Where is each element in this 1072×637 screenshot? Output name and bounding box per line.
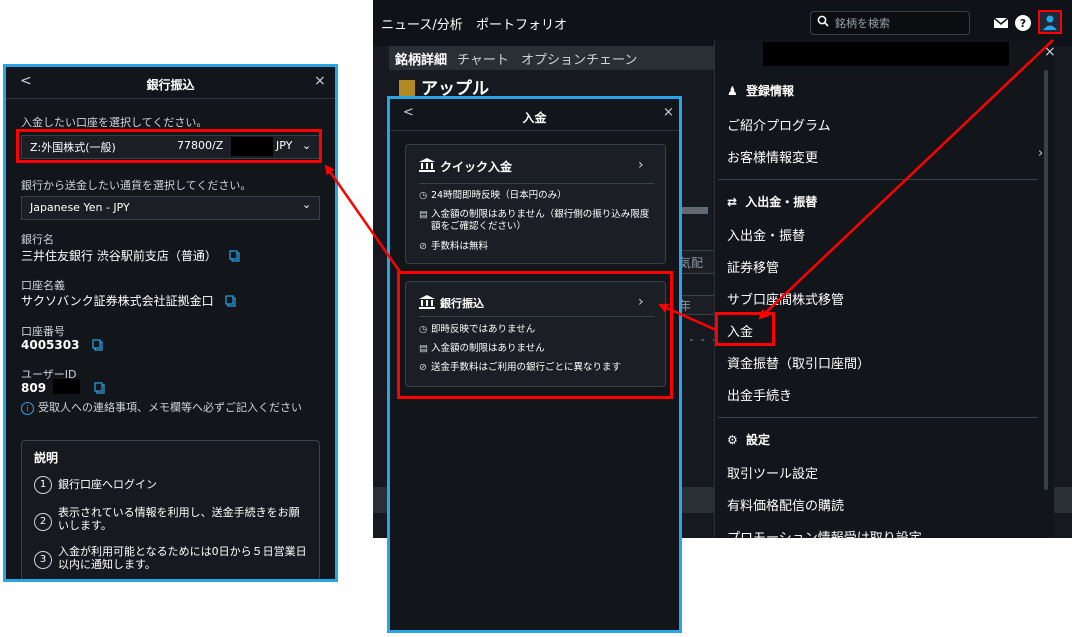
bank-name: 三井住友銀行 渋谷駅前支店（普通） — [21, 249, 217, 263]
account-holder: サクソバンク証券株式会社証拠金口 — [21, 294, 214, 308]
price-bar — [678, 207, 708, 214]
section-funds-label: 入出金・振替 — [745, 195, 818, 209]
info-icon: i — [21, 402, 34, 415]
menu-divider — [718, 179, 1038, 180]
search-placeholder: 銘柄を検索 — [835, 17, 890, 30]
redacted-mask — [53, 379, 80, 394]
quick-row-2: ▤ 入金額の制限はありません（銀行側の振り込み限度額をご確認ください） — [419, 209, 659, 233]
transfer-icon: ⇄ — [727, 195, 738, 209]
nav-news-analysis[interactable]: ニュース/分析 — [381, 14, 463, 33]
bank-transfer-highlight-box — [397, 271, 673, 399]
step-number-1: 1 — [34, 476, 52, 494]
quick-row-3: ⊘ 手数料は無料 — [419, 241, 659, 253]
menu-close-button[interactable]: × — [1044, 44, 1056, 60]
bank-name-row: 三井住友銀行 渋谷駅前支店（普通） — [21, 247, 240, 264]
bank-transfer-panel: < 銀行振込 × 入金したい口座を選択してください。 Z:外国株式(一般) 77… — [3, 64, 338, 582]
account-holder-row: サクソバンク証券株式会社証拠金口 — [21, 292, 237, 309]
svg-text:?: ? — [1020, 17, 1026, 30]
quick-row-1-text: 24時間即時反映（日本円のみ） — [431, 190, 567, 201]
section-funds: ⇄ 入出金・振替 — [727, 193, 817, 210]
quick-deposit-card[interactable]: クイック入金 › ◷ 24時間即時反映（日本円のみ） ▤ 入金額の制限はありません（… — [405, 144, 666, 264]
menu-divider — [718, 417, 1038, 418]
deposit-highlight-box — [715, 312, 775, 346]
menu-item-subaccount-transfer[interactable]: サブ口座間株式移管 — [727, 289, 844, 308]
copy-icon[interactable] — [229, 250, 240, 262]
section-settings-label: 設定 — [745, 433, 770, 447]
menu-item-paid-prices[interactable]: 有料価格配信の購読 — [727, 495, 844, 514]
quick-deposit-title: クイック入金 — [440, 160, 513, 174]
menu-item-referral[interactable]: ご紹介プログラム — [727, 115, 831, 134]
section-registration: ♟ 登録情報 — [727, 82, 794, 99]
search-icon — [817, 15, 829, 27]
currency-select[interactable]: Japanese Yen - JPY ⌄ — [21, 196, 320, 220]
stock-logo-icon — [399, 80, 415, 96]
divider — [390, 130, 679, 131]
gear-icon: ⚙ — [727, 433, 738, 447]
user-account-button[interactable] — [1038, 10, 1062, 34]
notice-text: 受取人への連絡事項、メモ欄等へ必ずご記入ください — [38, 401, 302, 414]
chart-dash-line: - - - - — [678, 333, 719, 346]
section-registration-label: 登録情報 — [745, 84, 794, 98]
user-icon — [1043, 15, 1057, 30]
card-divider — [419, 183, 654, 184]
instructions-box: 説明 1 銀行口座へログイン 2 表示されている情報を利用し、送金手続きをお願い… — [21, 440, 320, 579]
menu-item-withdraw-procedure[interactable]: 出金手続き — [727, 385, 792, 404]
menu-item-customer-info[interactable]: お客様情報変更 — [727, 147, 818, 166]
copy-icon[interactable] — [225, 295, 237, 307]
quote-label: 気配 — [679, 256, 704, 270]
close-button[interactable]: × — [314, 73, 326, 89]
account-no-label: 口座番号 — [21, 325, 65, 338]
notice-row: i 受取人への連絡事項、メモ欄等へ必ずご記入ください — [21, 399, 302, 415]
tab-chart[interactable]: チャート — [457, 49, 509, 68]
quick-row-3-text: 手数料は無料 — [431, 241, 489, 252]
currency-value: Japanese Yen - JPY — [30, 201, 130, 214]
redacted-account-name — [763, 42, 1009, 66]
step-text-1: 銀行口座へログイン — [58, 478, 157, 491]
tab-instrument-details[interactable]: 銘柄詳細 — [395, 49, 447, 68]
chevron-down-icon: ⌄ — [302, 198, 312, 211]
step-number-2: 2 — [34, 513, 52, 531]
mail-icon[interactable] — [991, 13, 1011, 33]
menu-item-securities-transfer[interactable]: 証券移管 — [727, 257, 779, 276]
step-text-2: 表示されている情報を利用し、送金手続きをお願いします。 — [58, 506, 300, 532]
step-text-3: 入金が利用可能となるためには0日から５日営業日以内に通知します。 — [58, 545, 307, 571]
account-menu: × ♟ 登録情報 ご紹介プログラム お客様情報変更 › ⇄ 入出金・振替 入出金… — [714, 40, 1056, 538]
menu-scrollbar[interactable] — [1044, 70, 1048, 490]
account-highlight-box — [16, 129, 322, 163]
document-icon: ▤ — [419, 209, 428, 220]
chevron-right-icon: › — [638, 157, 644, 173]
quick-row-1: ◷ 24時間即時反映（日本円のみ） — [419, 190, 659, 202]
search-input[interactable]: 銘柄を検索 — [810, 11, 970, 35]
bank-name-label: 銀行名 — [21, 233, 54, 246]
instrument-tabs: 銘柄詳細 チャート オプションチェーン — [389, 46, 719, 70]
no-fee-icon: ⊘ — [419, 241, 427, 252]
help-icon[interactable]: ? — [1013, 13, 1033, 33]
menu-item-tool-settings[interactable]: 取引ツール設定 — [727, 463, 818, 482]
close-button[interactable]: × — [663, 105, 674, 120]
panel-title: 銀行振込 — [146, 78, 195, 92]
instructions-title: 説明 — [34, 451, 59, 465]
menu-item-deposit-withdraw[interactable]: 入出金・振替 — [727, 225, 805, 244]
tab-option-chain[interactable]: オプションチェーン — [521, 49, 637, 68]
clock-icon: ◷ — [419, 190, 428, 201]
account-no-row: 4005303 — [21, 338, 103, 352]
panel-title: 入金 — [522, 111, 547, 125]
quick-row-2-text: 入金額の制限はありません（銀行側の振り込み限度額をご確認ください） — [431, 209, 650, 232]
person-icon: ♟ — [727, 84, 738, 98]
step-number-3: 3 — [34, 551, 52, 569]
menu-item-fund-transfer[interactable]: 資金振替（取引口座間） — [727, 353, 870, 372]
section-settings: ⚙ 設定 — [727, 431, 770, 448]
divider — [6, 98, 335, 99]
bank-icon — [419, 158, 435, 172]
copy-icon[interactable] — [92, 339, 103, 351]
copy-icon[interactable] — [94, 382, 105, 394]
menu-item-promotions[interactable]: プロモーション情報受け取り設定 — [727, 527, 922, 538]
select-account-label: 入金したい口座を選択してください。 — [21, 116, 208, 129]
nav-portfolio[interactable]: ポートフォリオ — [476, 14, 567, 33]
account-no: 4005303 — [21, 338, 80, 352]
account-holder-label: 口座名義 — [21, 279, 65, 292]
user-id: 809 — [21, 381, 47, 395]
chevron-right-icon: › — [1038, 146, 1044, 161]
select-currency-label: 銀行から送金したい通貨を選択してください。 — [21, 179, 252, 192]
